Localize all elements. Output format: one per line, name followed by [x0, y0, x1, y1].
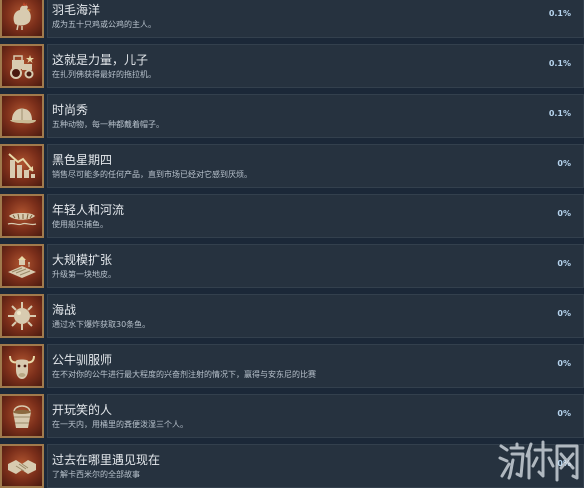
achievement-description: 了解卡西米尔的全部故事	[52, 470, 140, 479]
achievement-title: 大规模扩张	[52, 253, 113, 267]
achievement-icon-frame	[0, 244, 44, 288]
achievement-description: 使用船只捕鱼。	[52, 220, 108, 229]
chicken-icon	[13, 2, 31, 31]
achievement-panel: 公牛驯服师 在不对你的公牛进行最大程度的兴奋剂注射的情况下，赢得与安东尼的比赛 …	[47, 344, 584, 388]
achievement-row[interactable]: 海战 通过水下爆炸获取30条鱼。 0%	[0, 294, 584, 338]
achievement-description: 五种动物，每一种都戴着帽子。	[52, 120, 164, 129]
falling-chart-icon	[8, 153, 35, 178]
achievement-panel: 海战 通过水下爆炸获取30条鱼。 0%	[47, 294, 584, 338]
achievement-row[interactable]: 羽毛海洋 成为五十只鸡或公鸡的主人。 0.1%	[0, 0, 584, 38]
achievement-unlock-percent: 0.1%	[548, 59, 571, 68]
achievement-unlock-percent: 0%	[557, 409, 571, 418]
achievement-icon-frame	[0, 344, 44, 388]
achievement-panel: 开玩笑的人 在一天内，用桶里的粪便泼湿三个人。 0%	[47, 394, 584, 438]
achievement-title: 海战	[52, 303, 77, 317]
achievement-icon-frame	[0, 144, 44, 188]
achievement-row[interactable]: 黑色星期四 销售尽可能多的任何产品，直到市场已经对它感到厌烦。 0%	[0, 144, 584, 188]
achievement-unlock-percent: 0.1%	[548, 9, 571, 18]
tractor-icon	[10, 55, 34, 79]
achievement-unlock-percent: 0.1%	[548, 109, 571, 118]
achievement-unlock-percent: 0%	[557, 359, 571, 368]
achievement-row[interactable]: 年轻人和河流 使用船只捕鱼。 0%	[0, 194, 584, 238]
achievement-panel: 时尚秀 五种动物，每一种都戴着帽子。 0.1%	[47, 94, 584, 138]
handshake-icon	[8, 460, 36, 474]
achievement-unlock-percent: 0%	[557, 309, 571, 318]
achievement-unlock-percent: 0%	[557, 459, 571, 468]
achievement-title: 时尚秀	[52, 103, 89, 117]
achievement-row[interactable]: 时尚秀 五种动物，每一种都戴着帽子。 0.1%	[0, 94, 584, 138]
achievement-panel: 羽毛海洋 成为五十只鸡或公鸡的主人。 0.1%	[47, 0, 584, 38]
achievement-title: 羽毛海洋	[52, 3, 101, 17]
achievement-row[interactable]: 这就是力量，儿子 在扎列佛获得最好的拖拉机。 0.1%	[0, 44, 584, 88]
achievement-panel: 黑色星期四 销售尽可能多的任何产品，直到市场已经对它感到厌烦。 0%	[47, 144, 584, 188]
bull-icon	[9, 355, 35, 379]
achievement-unlock-percent: 0%	[557, 209, 571, 218]
achievement-title: 这就是力量，儿子	[52, 53, 149, 67]
achievement-row[interactable]: 开玩笑的人 在一天内，用桶里的粪便泼湿三个人。 0%	[0, 394, 584, 438]
achievement-unlock-percent: 0%	[557, 159, 571, 168]
achievement-unlock-percent: 0%	[557, 259, 571, 268]
achievement-description: 升级第一块地皮。	[52, 270, 116, 279]
farmland-icon	[8, 256, 36, 278]
achievement-description: 在扎列佛获得最好的拖拉机。	[52, 70, 156, 79]
achievement-title: 年轻人和河流	[52, 203, 125, 217]
achievement-description: 成为五十只鸡或公鸡的主人。	[52, 20, 156, 29]
achievement-icon-frame	[0, 0, 44, 38]
achievement-panel: 过去在哪里遇见现在 了解卡西米尔的全部故事 0%	[47, 444, 584, 488]
achievement-icon-frame	[0, 44, 44, 88]
achievement-panel: 年轻人和河流 使用船只捕鱼。 0%	[47, 194, 584, 238]
achievement-title: 黑色星期四	[52, 153, 113, 167]
achievement-title: 开玩笑的人	[52, 403, 113, 417]
achievement-row[interactable]: 过去在哪里遇见现在 了解卡西米尔的全部故事 0%	[0, 444, 584, 488]
achievement-icon-frame	[0, 394, 44, 438]
achievement-description: 销售尽可能多的任何产品，直到市场已经对它感到厌烦。	[52, 170, 252, 179]
achievement-icon-frame	[0, 194, 44, 238]
achievement-icon-frame	[0, 294, 44, 338]
achievement-list: 羽毛海洋 成为五十只鸡或公鸡的主人。 0.1% 这就是力量，儿子 在扎列佛获得最…	[0, 0, 584, 488]
achievement-panel: 大规模扩张 升级第一块地皮。 0%	[47, 244, 584, 288]
achievement-panel: 这就是力量，儿子 在扎列佛获得最好的拖拉机。 0.1%	[47, 44, 584, 88]
achievement-title: 过去在哪里遇见现在	[52, 453, 161, 467]
achievement-icon-frame	[0, 94, 44, 138]
achievement-icon-frame	[0, 444, 44, 488]
boat-icon	[7, 213, 37, 226]
cap-icon	[10, 108, 36, 124]
bucket-icon	[13, 405, 31, 428]
achievement-row[interactable]: 大规模扩张 升级第一块地皮。 0%	[0, 244, 584, 288]
achievement-description: 通过水下爆炸获取30条鱼。	[52, 320, 151, 329]
achievement-title: 公牛驯服师	[52, 353, 113, 367]
achievement-row[interactable]: 公牛驯服师 在不对你的公牛进行最大程度的兴奋剂注射的情况下，赢得与安东尼的比赛 …	[0, 344, 584, 388]
achievement-description: 在一天内，用桶里的粪便泼湿三个人。	[52, 420, 188, 429]
achievement-description: 在不对你的公牛进行最大程度的兴奋剂注射的情况下，赢得与安东尼的比赛	[52, 370, 316, 379]
sea-mine-icon	[8, 302, 36, 330]
